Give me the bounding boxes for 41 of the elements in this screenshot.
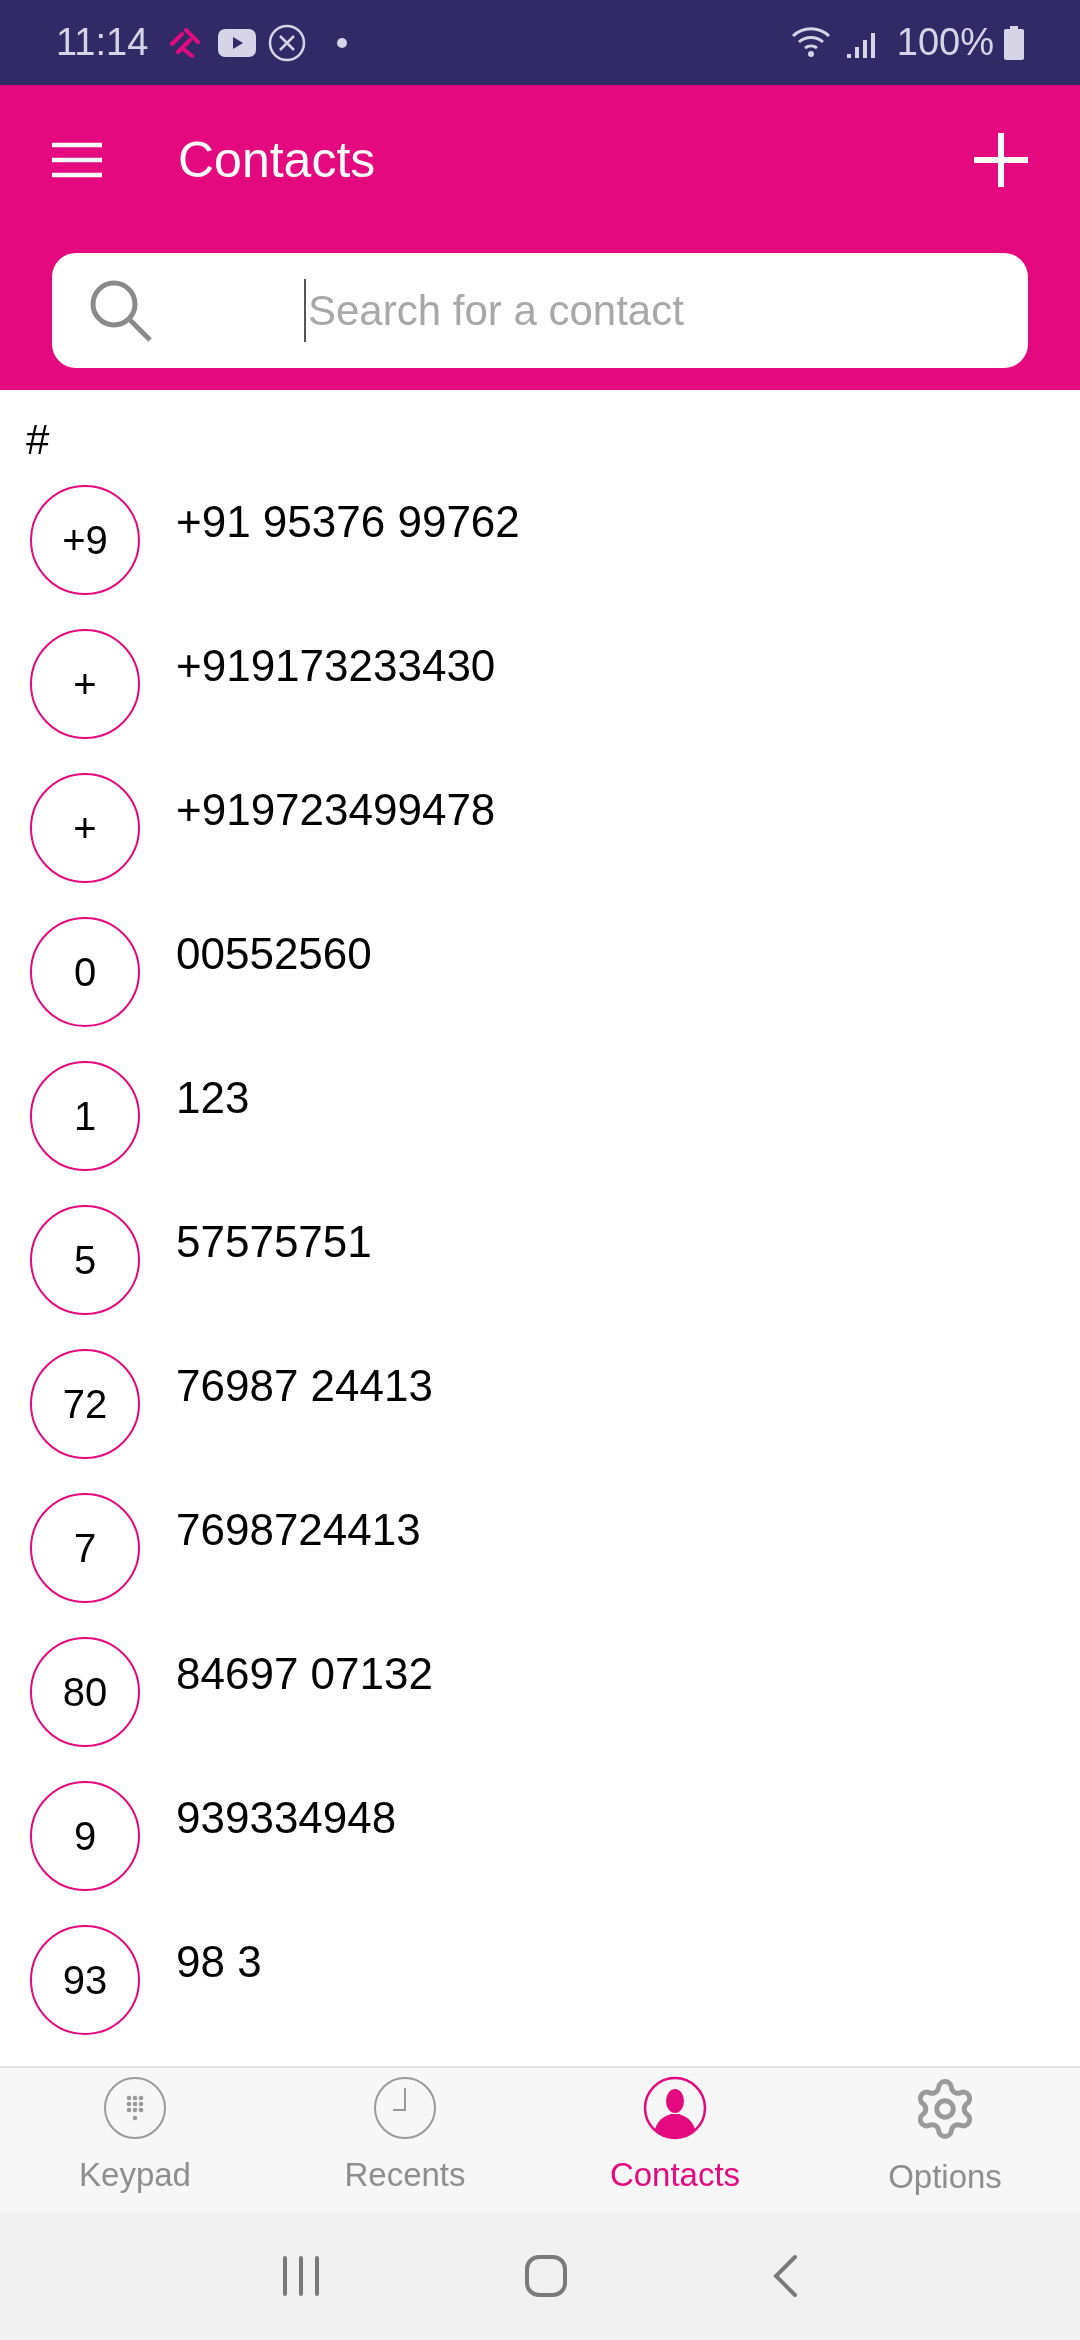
video-icon [218,28,257,57]
person-icon [643,2076,707,2140]
contact-name[interactable]: 98 3 [176,1929,262,1995]
add-icon[interactable] [974,133,1028,187]
contact-name[interactable]: 123 [176,1065,250,1131]
contact-name[interactable]: 76987 24413 [176,1353,433,1419]
contact-avatar: 80 [30,1637,140,1747]
page-title: Contacts [178,130,376,190]
dot-icon [336,36,349,49]
contact-avatar: 7 [30,1493,140,1603]
home-icon[interactable] [524,2254,568,2298]
contact-name[interactable]: 84697 07132 [176,1641,433,1707]
contact-name[interactable]: +919173233430 [176,633,496,699]
recent-apps-icon[interactable] [281,2256,322,2296]
search-field[interactable]: Search for a contact [304,279,998,342]
contact-avatar: + [30,629,140,739]
contact-avatar: +9 [30,485,140,595]
contact-avatar: + [30,773,140,883]
close-circle-icon [268,23,307,62]
contact-name[interactable]: 7698724413 [176,1497,421,1563]
contact-name[interactable]: +919723499478 [176,777,496,843]
clock-icon [373,2076,437,2140]
contact-avatar: 9 [30,1781,140,1891]
contact-avatar: 72 [30,1349,140,1459]
battery-percentage: 100% [896,20,994,65]
contact-name[interactable]: 57575751 [176,1209,372,1275]
status-time: 11:14 [56,20,149,65]
contact-avatar: 93 [30,1925,140,2035]
section-heading: # [26,415,51,465]
contact-avatar: 1 [30,1061,140,1171]
wifi-icon [790,25,833,60]
keypad-icon [103,2076,167,2140]
menu-icon[interactable] [52,142,102,178]
nav-tab[interactable]: Contacts [540,2068,810,2212]
contact-name[interactable]: +91 95376 99762 [176,489,520,555]
contact-avatar: 5 [30,1205,140,1315]
contact-name[interactable]: 00552560 [176,921,372,987]
battery-icon [1004,25,1024,60]
search-bar[interactable]: Search for a contact [52,253,1028,368]
contact-avatar: 0 [30,917,140,1027]
contact-name[interactable]: 939334948 [176,1785,397,1851]
